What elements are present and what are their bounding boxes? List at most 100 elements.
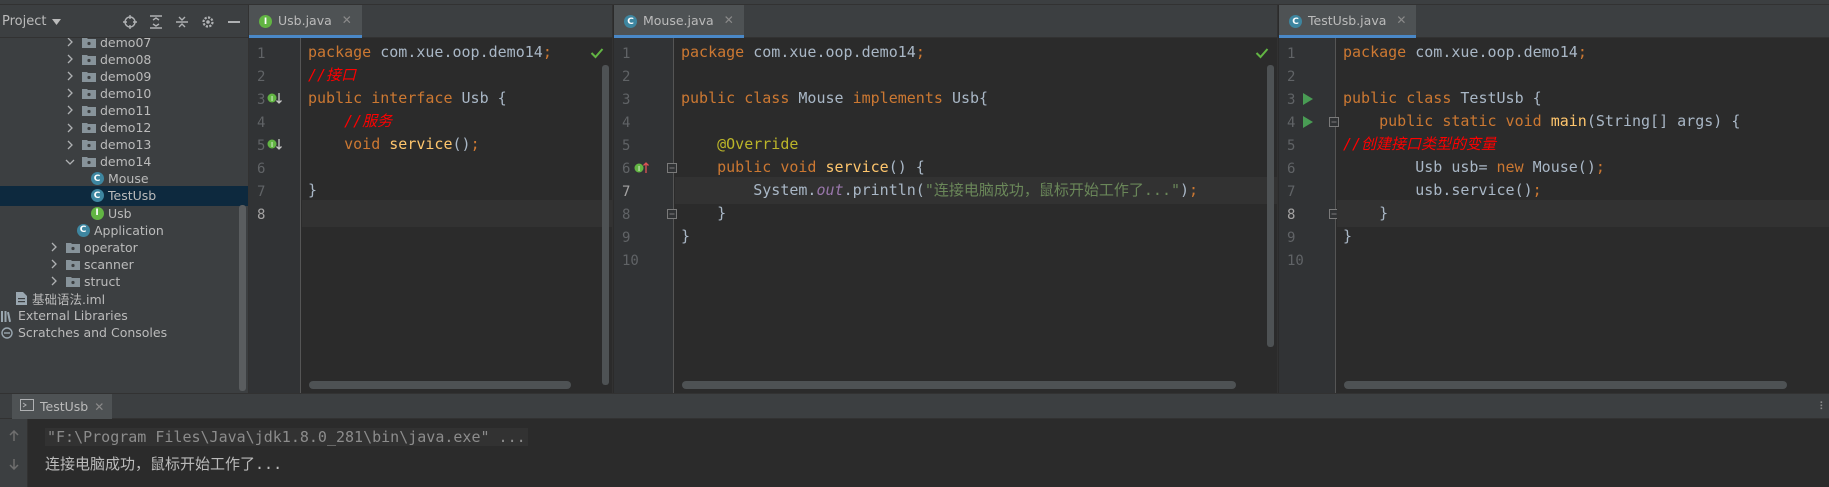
code-editor[interactable]: package com.xue.oop.demo14; public class … bbox=[675, 38, 1277, 393]
editor-pane-usb: I Usb.java ✕ 1 2 3 4 5 6 7 8 I Ipackage com.xue.oop.… bbox=[249, 5, 613, 393]
package-icon bbox=[66, 257, 80, 271]
run-icon[interactable] bbox=[1300, 91, 1316, 107]
chevron-right-icon[interactable] bbox=[64, 53, 76, 65]
code-token: ) bbox=[1180, 181, 1190, 199]
package-icon bbox=[66, 274, 80, 288]
chevron-right-icon[interactable] bbox=[64, 122, 76, 134]
editor-gutter[interactable]: 1 2 3 4 5 6 7 8 9 10 bbox=[1279, 38, 1339, 393]
editor-tab-bar: C TestUsb.java ✕ bbox=[1279, 5, 1829, 38]
tree-item-label: struct bbox=[84, 273, 121, 289]
close-icon[interactable]: ✕ bbox=[1396, 13, 1406, 27]
tree-item-label: demo09 bbox=[100, 68, 152, 84]
chevron-right-icon[interactable] bbox=[64, 70, 76, 82]
code-token: public class bbox=[1343, 89, 1461, 107]
class-icon: C bbox=[624, 12, 637, 29]
implemented-icon[interactable]: I bbox=[267, 91, 283, 107]
vertical-scrollbar[interactable] bbox=[1267, 65, 1274, 347]
code-token: System. bbox=[681, 181, 817, 199]
editor-gutter[interactable]: 1 2 3 4 5 6 7 8 9 10 I bbox=[614, 38, 677, 393]
editor-tab[interactable]: I Usb.java ✕ bbox=[249, 5, 362, 38]
more-icon[interactable]: ⠇ bbox=[1819, 400, 1827, 413]
collapse-all-icon[interactable] bbox=[174, 14, 190, 30]
console-output-line: 连接电脑成功，鼠标开始工作了... bbox=[45, 455, 283, 473]
chevron-right-icon[interactable] bbox=[64, 139, 76, 151]
line-number: 10 bbox=[1287, 253, 1304, 269]
project-view-selector[interactable]: Project bbox=[2, 14, 62, 29]
code-token: package bbox=[1343, 43, 1416, 61]
code-token: ; bbox=[915, 43, 925, 61]
chevron-right-icon[interactable] bbox=[48, 258, 60, 270]
chevron-right-icon[interactable] bbox=[64, 87, 76, 99]
package-icon bbox=[82, 155, 96, 169]
code-editor[interactable]: package com.xue.oop.demo14; public class … bbox=[1337, 38, 1829, 393]
console-output[interactable]: "F:\Program Files\Java\jdk1.8.0_281\bin\… bbox=[45, 424, 528, 478]
horizontal-scrollbar[interactable] bbox=[1344, 381, 1787, 389]
horizontal-scrollbar[interactable] bbox=[309, 381, 571, 389]
tree-item-label: demo11 bbox=[100, 102, 152, 118]
code-token: } bbox=[681, 227, 691, 245]
code-line bbox=[302, 200, 612, 227]
project-header: Project bbox=[0, 5, 248, 38]
code-token: Usb{ bbox=[951, 89, 989, 107]
no-problems-check-icon[interactable] bbox=[590, 44, 604, 59]
code-token: public static void bbox=[1379, 112, 1551, 130]
arrow-up-icon[interactable] bbox=[9, 427, 19, 446]
editor-tab[interactable]: C TestUsb.java ✕ bbox=[1279, 5, 1417, 38]
run-tab-testusb[interactable]: TestUsb ✕ bbox=[12, 394, 113, 419]
svg-text:I: I bbox=[271, 141, 273, 149]
code-token: ; bbox=[1189, 181, 1199, 199]
run-tool-window: TestUsb ✕ "F:\Program Files\Java\jdk1.8.… bbox=[0, 393, 1829, 487]
implements-method-icon[interactable]: I bbox=[634, 160, 650, 176]
chevron-right-icon[interactable] bbox=[48, 275, 60, 287]
code-token: } bbox=[308, 181, 318, 199]
class-icon: C bbox=[1289, 12, 1302, 29]
locate-icon[interactable] bbox=[122, 14, 138, 30]
code-token: implements bbox=[852, 89, 952, 107]
tree-item-label: operator bbox=[84, 239, 138, 255]
implemented-icon[interactable]: I bbox=[267, 137, 283, 153]
vertical-scrollbar[interactable] bbox=[602, 65, 609, 385]
code-token: void bbox=[344, 135, 390, 153]
svg-text:I: I bbox=[638, 165, 640, 173]
chevron-right-icon[interactable] bbox=[64, 38, 76, 48]
chevron-right-icon[interactable] bbox=[48, 241, 60, 253]
close-icon[interactable]: ✕ bbox=[342, 13, 352, 27]
expand-all-icon[interactable] bbox=[148, 14, 164, 30]
horizontal-scrollbar[interactable] bbox=[682, 381, 1236, 389]
tree-item-label: Mouse bbox=[108, 171, 149, 187]
libraries-icon bbox=[0, 309, 14, 323]
code-editor[interactable]: package com.xue.oop.demo14; //接口 public in… bbox=[302, 38, 612, 393]
run-side-toolbar bbox=[0, 419, 28, 487]
project-scrollbar[interactable] bbox=[239, 205, 246, 391]
package-icon bbox=[82, 52, 96, 66]
gear-icon[interactable] bbox=[200, 14, 216, 30]
arrow-down-icon[interactable] bbox=[9, 455, 19, 474]
code-token: com.xue.oop.demo14 bbox=[753, 43, 916, 61]
hide-icon[interactable] bbox=[226, 14, 242, 30]
no-problems-check-icon[interactable] bbox=[1255, 44, 1269, 59]
run-icon[interactable] bbox=[1300, 114, 1316, 130]
tree-item-label: demo10 bbox=[100, 85, 152, 101]
editor-tab[interactable]: C Mouse.java ✕ bbox=[614, 5, 744, 38]
code-token: Usb { bbox=[461, 89, 507, 107]
package-icon bbox=[82, 86, 96, 100]
editor-gutter[interactable]: 12345678II bbox=[249, 38, 301, 393]
chevron-down-icon[interactable] bbox=[64, 156, 76, 168]
code-token: () { bbox=[888, 158, 925, 176]
package-icon bbox=[82, 103, 96, 117]
interface-icon: I bbox=[259, 12, 272, 29]
scratches-icon bbox=[0, 326, 14, 340]
code-token: main bbox=[1550, 112, 1587, 130]
close-icon[interactable]: ✕ bbox=[94, 400, 104, 414]
run-tab-bar: TestUsb ✕ bbox=[0, 394, 1829, 419]
code-token: service bbox=[825, 158, 889, 176]
tree-item-label: demo12 bbox=[100, 120, 152, 135]
close-icon[interactable]: ✕ bbox=[724, 13, 734, 27]
chevron-right-icon[interactable] bbox=[64, 104, 76, 116]
code-token: service bbox=[389, 135, 453, 153]
package-icon bbox=[82, 69, 96, 83]
tree-item[interactable]: Scratches and Consoles bbox=[0, 323, 248, 343]
tree-item-label: Scratches and Consoles bbox=[18, 325, 168, 341]
